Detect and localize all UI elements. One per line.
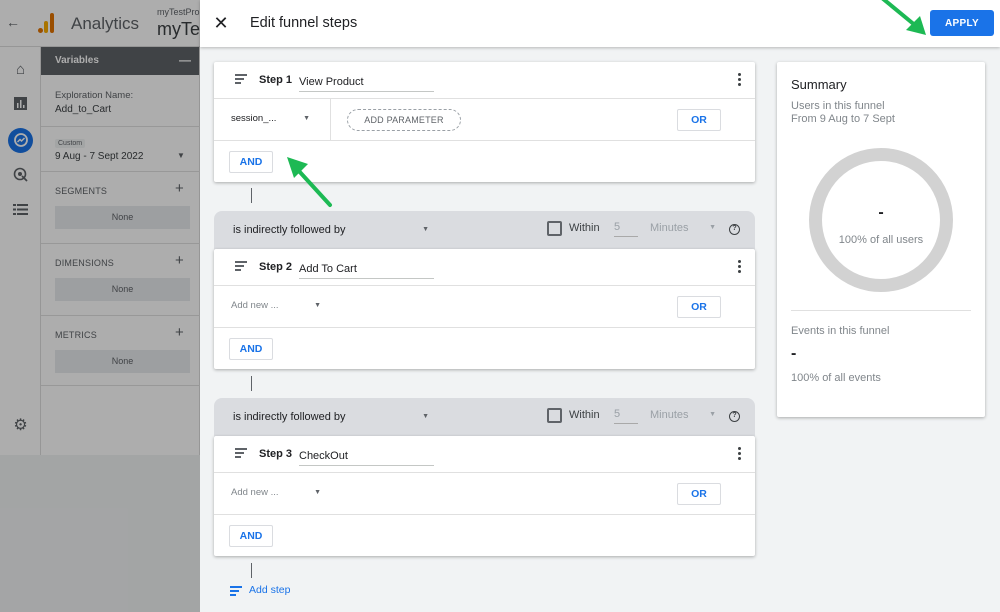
within-checkbox[interactable] (547, 408, 562, 423)
relation-value: is indirectly followed by (233, 224, 346, 236)
step-name-input[interactable] (299, 257, 434, 279)
events-value: - (791, 345, 797, 362)
chevron-down-icon: ▼ (314, 302, 321, 309)
relation-value: is indirectly followed by (233, 411, 346, 423)
and-button[interactable]: AND (229, 338, 273, 360)
add-step-icon (230, 586, 242, 596)
chevron-down-icon: ▼ (709, 411, 716, 418)
time-unit-value: Minutes (650, 409, 689, 421)
chevron-down-icon: ▼ (422, 226, 429, 233)
users-donut-chart: - 100% of all users (809, 148, 953, 292)
funnel-steps-editor: ✕ Edit funnel steps APPLY Step 1 session… (200, 0, 1000, 612)
event-select-value: Add new ... (231, 487, 279, 498)
within-checkbox[interactable] (547, 221, 562, 236)
drag-handle-icon[interactable] (235, 74, 247, 84)
step-label: Step 1 (259, 74, 293, 86)
help-icon[interactable]: ? (729, 224, 740, 235)
users-percent: 100% of all users (838, 234, 924, 246)
add-parameter-button[interactable]: ADD PARAMETER (347, 109, 461, 131)
summary-title: Summary (791, 77, 847, 92)
relation-select[interactable]: is indirectly followed by ▼ (233, 224, 429, 236)
events-in-funnel-label: Events in this funnel (791, 325, 890, 337)
step-card-3: Step 3 Add new ... ▼ OR AND (214, 436, 755, 556)
within-value-input[interactable] (614, 405, 638, 424)
chevron-down-icon: ▼ (303, 115, 310, 122)
and-button[interactable]: AND (229, 151, 273, 173)
users-value: - (878, 204, 884, 221)
users-in-funnel-label: Users in this funnel (791, 100, 885, 112)
and-button[interactable]: AND (229, 525, 273, 547)
help-icon[interactable]: ? (729, 411, 740, 422)
step-card-2: Step 2 Add new ... ▼ OR AND (214, 249, 755, 369)
more-vert-icon[interactable] (736, 260, 742, 274)
chevron-down-icon: ▼ (422, 413, 429, 420)
add-step-label: Add step (249, 584, 291, 596)
or-button[interactable]: OR (677, 483, 721, 505)
time-unit-value: Minutes (650, 222, 689, 234)
event-select[interactable]: Add new ... ▼ (231, 300, 327, 314)
time-unit-select[interactable]: Minutes ▼ (650, 409, 716, 421)
drag-handle-icon[interactable] (235, 448, 247, 458)
summary-panel: Summary Users in this funnel From 9 Aug … (777, 62, 985, 417)
event-select[interactable]: Add new ... ▼ (231, 487, 327, 501)
within-value-input[interactable] (614, 218, 638, 237)
apply-button[interactable]: APPLY (930, 10, 994, 36)
event-select-value: Add new ... (231, 300, 279, 311)
annotation-arrow-icon (287, 157, 332, 207)
step-connector (251, 563, 252, 578)
close-icon[interactable]: ✕ (210, 12, 232, 34)
chevron-down-icon: ▼ (709, 224, 716, 231)
event-select-value: session_... (231, 113, 277, 124)
step-name-input[interactable] (299, 70, 434, 92)
within-label: Within (569, 222, 600, 234)
chevron-down-icon: ▼ (314, 489, 321, 496)
drag-handle-icon[interactable] (235, 261, 247, 271)
step-label: Step 3 (259, 448, 293, 460)
step-connector (251, 376, 252, 391)
step-connector (251, 188, 252, 203)
more-vert-icon[interactable] (736, 447, 742, 461)
relation-select[interactable]: is indirectly followed by ▼ (233, 411, 429, 423)
modal-scrim[interactable] (0, 0, 200, 612)
step-name-input[interactable] (299, 444, 434, 466)
time-unit-select[interactable]: Minutes ▼ (650, 222, 716, 234)
event-select[interactable]: session_... ▼ (231, 113, 316, 127)
events-percent: 100% of all events (791, 372, 881, 384)
editor-title: Edit funnel steps (250, 15, 358, 31)
step-label: Step 2 (259, 261, 293, 273)
or-button[interactable]: OR (677, 109, 721, 131)
summary-date-range: From 9 Aug to 7 Sept (791, 113, 895, 125)
or-button[interactable]: OR (677, 296, 721, 318)
annotation-arrow-icon (881, 0, 926, 35)
more-vert-icon[interactable] (736, 73, 742, 87)
within-label: Within (569, 409, 600, 421)
